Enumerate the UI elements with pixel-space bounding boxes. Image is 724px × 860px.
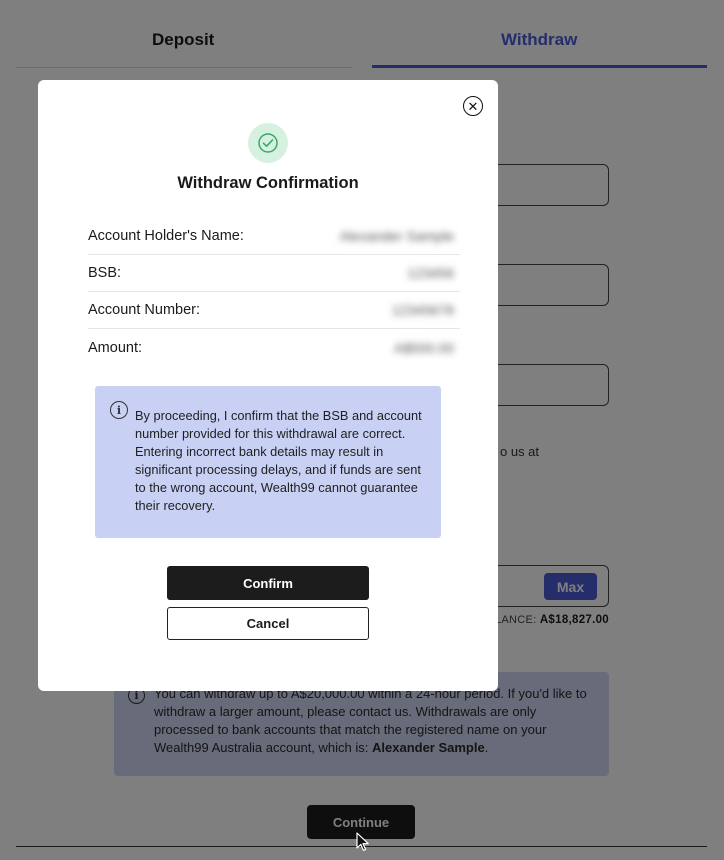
cancel-button[interactable]: Cancel — [167, 607, 369, 640]
modal-title: Withdraw Confirmation — [177, 174, 359, 192]
detail-value-redacted: 12345678 — [391, 302, 454, 318]
detail-row-account-number: Account Number: 12345678 — [88, 292, 460, 329]
withdraw-details: Account Holder's Name: Alexander Sample … — [88, 218, 460, 366]
detail-value-redacted: Alexander Sample — [339, 228, 454, 244]
close-icon[interactable]: ✕ — [463, 96, 483, 116]
confirmation-notice: i By proceeding, I confirm that the BSB … — [95, 386, 441, 538]
detail-row-bsb: BSB: 123456 — [88, 255, 460, 292]
notice-text: By proceeding, I confirm that the BSB an… — [135, 408, 422, 513]
detail-label: Account Holder's Name: — [88, 228, 244, 244]
detail-label: BSB: — [88, 265, 122, 281]
withdraw-confirmation-modal: ✕ Withdraw Confirmation Account Holder's… — [38, 80, 498, 691]
detail-label: Amount: — [88, 339, 142, 356]
detail-row-amount: Amount: A$500.00 — [88, 329, 460, 366]
check-circle-icon — [248, 123, 288, 163]
detail-value-redacted: 123456 — [407, 265, 454, 281]
mouse-cursor-icon — [356, 832, 369, 851]
detail-value-redacted: A$500.00 — [394, 339, 454, 356]
confirm-button[interactable]: Confirm — [167, 566, 369, 600]
info-icon: i — [110, 401, 128, 419]
detail-label: Account Number: — [88, 302, 201, 318]
detail-row-account-holder: Account Holder's Name: Alexander Sample — [88, 218, 460, 255]
